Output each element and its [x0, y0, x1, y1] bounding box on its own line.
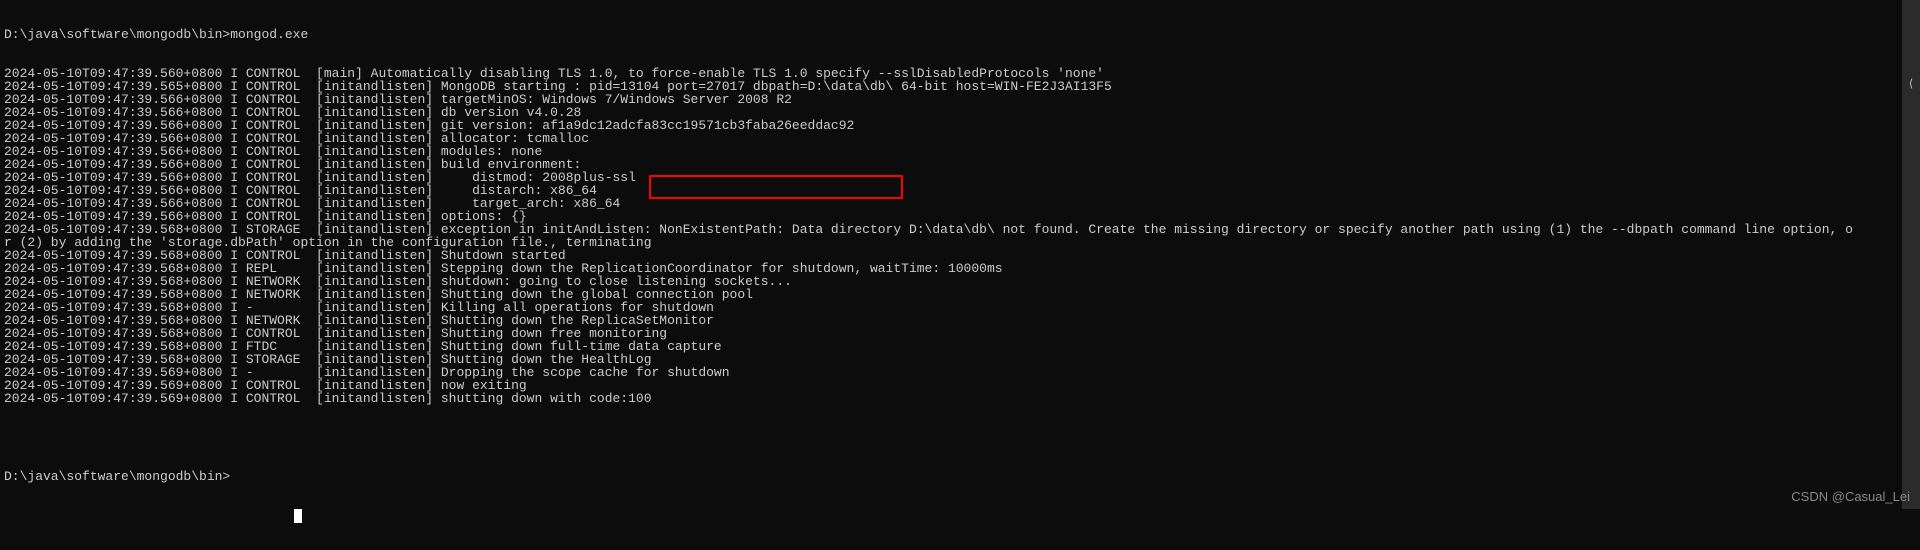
blank-line	[4, 431, 1916, 444]
cursor-line	[4, 509, 1916, 523]
prompt-line-top: D:\java\software\mongodb\bin>mongod.exe	[4, 28, 1916, 41]
log-line: 2024-05-10T09:47:39.569+0800 I CONTROL […	[4, 392, 1916, 405]
text-cursor	[294, 509, 302, 523]
prompt-line-bottom[interactable]: D:\java\software\mongodb\bin>	[4, 470, 1916, 483]
terminal-output[interactable]: D:\java\software\mongodb\bin>mongod.exe …	[4, 2, 1916, 549]
watermark-text: CSDN @Casual_Lei	[1791, 490, 1910, 503]
right-sidebar: ⟨	[1902, 0, 1920, 509]
sidebar-arrow-icon[interactable]: ⟨	[1904, 80, 1918, 94]
log-lines-container: 2024-05-10T09:47:39.560+0800 I CONTROL […	[4, 67, 1916, 405]
